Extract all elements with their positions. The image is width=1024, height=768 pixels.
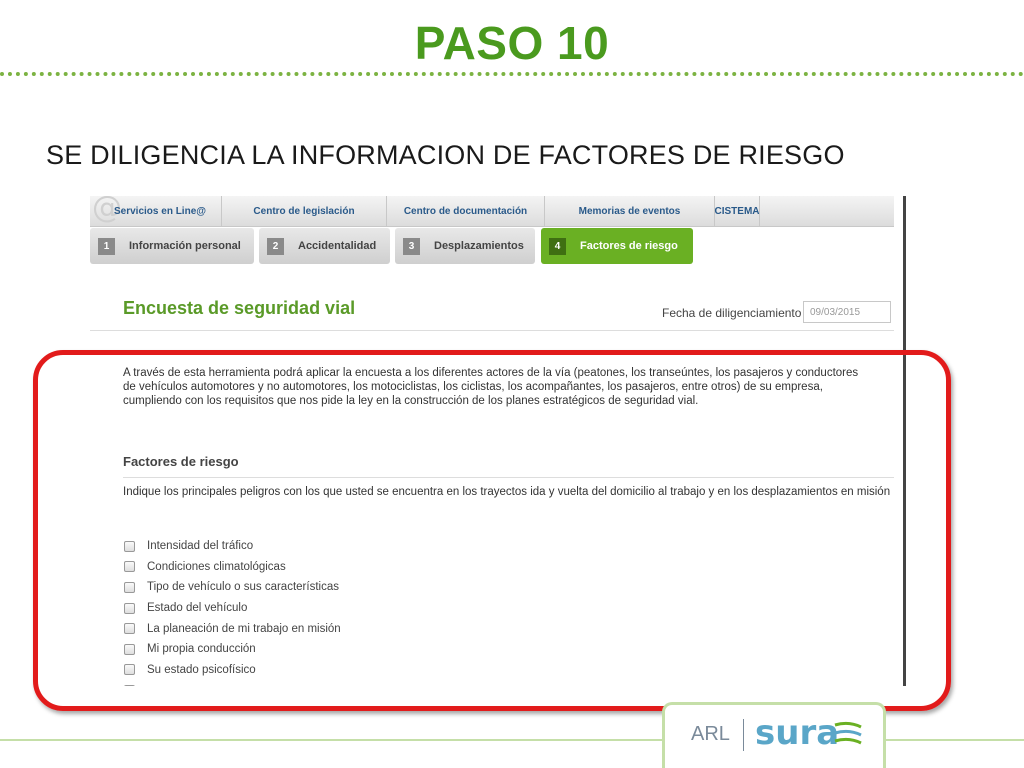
logo-arl-text: ARL xyxy=(691,723,730,745)
tab-number: 2 xyxy=(267,237,284,255)
logo-divider xyxy=(743,719,744,751)
nav-servicios-en-linea[interactable]: Servicios en Line@ xyxy=(90,196,222,226)
tab-desplazamientos[interactable]: 3 Desplazamientos xyxy=(395,228,535,264)
nav-centro-de-legislacion[interactable]: Centro de legislación xyxy=(222,196,387,226)
arl-sura-logo: ARL sura xyxy=(662,702,886,768)
tab-label: Accidentalidad xyxy=(298,240,377,252)
tab-label: Desplazamientos xyxy=(434,240,524,252)
tab-label: Factores de riesgo xyxy=(580,240,678,252)
slide-title: PASO 10 xyxy=(414,17,610,69)
date-label: Fecha de diligenciamiento xyxy=(662,306,802,320)
nav-cistema[interactable]: CISTEMA xyxy=(715,196,760,226)
tab-label: Información personal xyxy=(129,240,241,252)
tab-accidentalidad[interactable]: 2 Accidentalidad xyxy=(259,228,390,264)
step-tabs: 1 Información personal 2 Accidentalidad … xyxy=(90,228,894,264)
form-title: Encuesta de seguridad vial xyxy=(123,298,356,318)
date-field[interactable] xyxy=(803,301,891,323)
tab-number: 3 xyxy=(403,237,420,255)
tab-informacion-personal[interactable]: 1 Información personal xyxy=(90,228,254,264)
logo-sura-text: sura xyxy=(755,713,840,753)
nav-memorias-de-eventos[interactable]: Memorias de eventos xyxy=(545,196,715,226)
nav-centro-de-documentacion[interactable]: Centro de documentación xyxy=(387,196,545,226)
divider xyxy=(90,330,894,331)
tab-number: 1 xyxy=(98,237,115,255)
highlight-frame xyxy=(33,350,951,711)
title-divider xyxy=(0,72,1024,76)
slide-subtitle: SE DILIGENCIA LA INFORMACION DE FACTORES… xyxy=(46,140,845,170)
tab-number: 4 xyxy=(549,237,566,255)
sura-swoosh-icon xyxy=(834,721,862,745)
tab-factores-de-riesgo[interactable]: 4 Factores de riesgo xyxy=(541,228,693,264)
top-navigation: @ Servicios en Line@ Centro de legislaci… xyxy=(90,196,894,227)
